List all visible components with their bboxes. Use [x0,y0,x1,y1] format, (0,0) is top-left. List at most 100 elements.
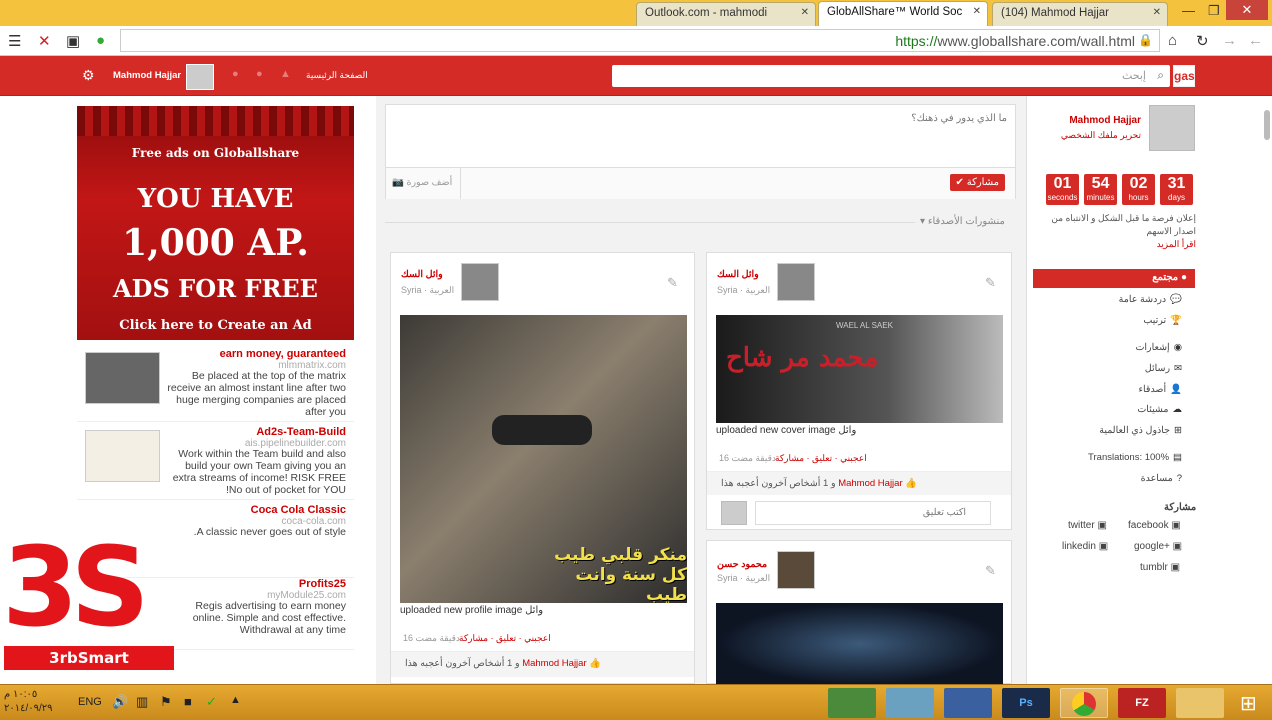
windows-start-icon[interactable]: ⊞ [1240,691,1257,716]
pin-icon[interactable]: ✎ [985,275,996,291]
avatar[interactable] [777,263,815,301]
search-icon[interactable]: ⌕ [1157,68,1164,83]
nav-item[interactable]: رسائل ✉ [1145,363,1182,374]
gear-icon[interactable]: ⚙ [82,67,95,84]
chrome-icon[interactable] [1060,688,1108,718]
profile-name[interactable]: Mahmod Hajjar [1069,115,1141,126]
home-icon[interactable]: ⌂ [1168,32,1177,49]
network-icon[interactable]: ▥ [136,694,148,710]
profile-box[interactable]: Mahmod Hajjar تحرير ملفك الشخصي [1060,105,1195,155]
clock-date[interactable]: ٢٠١٤/٠٩/٢٩ [4,703,53,714]
reload-icon[interactable]: ↻ [1196,32,1209,50]
post-image[interactable]: منكر قلبي طيب كل سنة وانت طيب [400,315,687,603]
nav-item[interactable]: مشيئات ☁ [1137,404,1182,415]
add-photo-button[interactable]: 📷 أضف صورة [386,168,461,199]
post-actions[interactable]: اعجبني · تعليق · مشاركة [775,453,867,464]
nav-item[interactable]: أصدقاء 👤 [1139,384,1182,395]
close-icon[interactable]: ✕ [1153,7,1161,18]
friends-icon[interactable]: ● [232,68,239,80]
post-time: 16 دقيقة مضت [719,453,776,463]
ad-title[interactable]: Profits25 [299,578,346,590]
sitemap-icon: ⊞ [1174,425,1182,436]
avatar[interactable] [1149,105,1195,151]
tab-outlook[interactable]: Outlook.com - mahmodi ✕ [636,2,816,26]
post-author[interactable]: محمود حسن [717,559,767,570]
close-icon[interactable]: ✕ [801,7,809,18]
taskbar-app[interactable] [944,688,992,718]
menu-icon[interactable]: ☰ [8,32,21,50]
header-user-name[interactable]: Mahmod Hajjar [113,70,181,81]
avatar[interactable] [186,64,214,90]
edit-profile-link[interactable]: تحرير ملفك الشخصي [1061,130,1141,141]
lock-icon: 🔒 [1138,33,1153,47]
curtain-decoration [77,106,354,136]
share-linkedin[interactable]: linkedin ▣ [1062,541,1108,552]
tab-label: GlobAllShare™ World Soc [827,6,963,18]
post-composer[interactable]: ما الذي يدور في ذهنك؟ 📷 أضف صورة ✔ مشارك… [385,104,1016,199]
read-more-link[interactable]: اقرأ المزيد [1036,238,1196,251]
search-input[interactable]: إبحث ⌕ [612,65,1170,87]
forward-icon[interactable]: → [1222,32,1237,49]
sunglasses-shape [492,415,592,445]
scrollbar-thumb[interactable] [1264,110,1270,140]
nav-item[interactable]: إشعارات ◉ [1135,342,1182,353]
share-tumblr[interactable]: tumblr ▣ [1140,562,1180,573]
ad-title[interactable]: earn money, guaranteed [220,348,346,360]
tray-icon[interactable]: ■ [184,694,192,709]
chevron-up-icon[interactable]: ▲ [230,694,241,706]
site-logo[interactable]: gas [1173,65,1195,87]
extension-icon[interactable]: ✕ [38,32,51,50]
notifications-icon[interactable]: ▲ [280,68,291,80]
translations-item[interactable]: Translations: 100% ▤ [1088,452,1182,463]
avatar[interactable] [461,263,499,301]
filezilla-icon[interactable]: FZ [1118,688,1166,718]
pin-icon[interactable]: ✎ [985,563,996,579]
shield-icon[interactable]: ● [96,32,105,49]
shield-icon[interactable]: ✓ [206,694,217,710]
back-icon[interactable]: ← [1248,32,1263,49]
tab-globallshare[interactable]: GlobAllShare™ World Soc ✕ [818,1,988,27]
likes-bar: و 1 أشخاص آخرون أعجبه هذا Mahmod Hajjar … [707,471,1011,495]
flag-icon[interactable]: ⚑ [160,694,172,710]
address-bar[interactable]: https://www.globallshare.com/wall.html 🔒 [120,29,1160,52]
share-twitter[interactable]: twitter ▣ [1068,520,1107,531]
ad-item[interactable]: Ad2s-Team-Build ais.pipelinebuilder.com … [77,424,354,500]
volume-icon[interactable]: 🔊 [112,694,128,710]
create-ad-banner[interactable]: Free ads on Globallshare YOU HAVE 1,000 … [77,106,354,340]
ad-item[interactable]: earn money, guaranteed mlmmatrix.com Be … [77,346,354,422]
post-actions[interactable]: اعجبني · تعليق · مشاركة [459,633,551,644]
extension-icon[interactable]: ▣ [66,32,80,50]
post-cover-image[interactable]: محمد مر شاح WAEL AL SAEK [716,315,1003,423]
nav-item[interactable]: جاذول ذي العالمية ⊞ [1099,425,1182,436]
tab-facebook[interactable]: (104) Mahmod Hajjar ✕ [992,2,1168,26]
share-button[interactable]: ✔ مشاركة [949,174,1005,191]
clock-time[interactable]: ١٠:٠٥ م [4,689,37,700]
comment-input[interactable]: اكتب تعليق [755,501,991,525]
share-google[interactable]: google+ ▣ [1134,541,1182,552]
ad-title[interactable]: Coca Cola Classic [251,504,346,516]
explorer-icon[interactable] [1176,688,1224,718]
friends-posts-filter[interactable]: ▾ منشورات الأصدقاء [920,216,1005,227]
post-author[interactable]: وائل السك [717,269,759,280]
pin-icon[interactable]: ✎ [667,275,678,291]
minimize-icon[interactable]: — [1182,3,1195,18]
window-close-button[interactable]: ✕ [1226,0,1268,20]
avatar[interactable] [777,551,815,589]
home-link[interactable]: الصفحة الرئيسية [306,70,368,81]
taskbar-app[interactable] [886,688,934,718]
post-image[interactable] [716,603,1003,685]
nav-item[interactable]: دردشة عامة 💬 [1119,294,1182,305]
likes-bar: و 1 أشخاص آخرون أعجبه هذا Mahmod Hajjar … [391,651,694,677]
share-facebook[interactable]: facebook ▣ [1128,520,1181,531]
close-icon[interactable]: ✕ [973,6,981,17]
nav-item[interactable]: ترتيب 🏆 [1143,315,1182,326]
help-item[interactable]: مساعدة? [1141,473,1182,484]
language-indicator[interactable]: ENG [78,696,102,708]
post-author[interactable]: وائل السك [401,269,443,280]
ad-title[interactable]: Ad2s-Team-Build [256,426,346,438]
nav-community[interactable]: مجتمع ● [1033,269,1195,288]
messages-icon[interactable]: ● [256,68,263,80]
photoshop-icon[interactable]: Ps [1002,688,1050,718]
maximize-icon[interactable]: ❐ [1208,3,1220,19]
taskbar-app[interactable] [828,688,876,718]
